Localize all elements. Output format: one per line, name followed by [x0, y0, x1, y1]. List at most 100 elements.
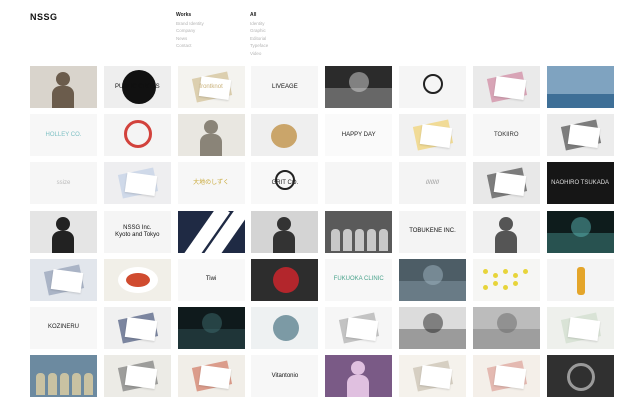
camera-lens	[566, 363, 595, 392]
work-thumbnail[interactable]: PUBLIC CROSS	[103, 66, 171, 108]
work-thumbnail[interactable]: TOBUKENE INC.	[398, 210, 466, 253]
work-thumbnail[interactable]: frontknot	[177, 66, 245, 108]
crowd-figure	[48, 373, 57, 396]
work-thumbnail[interactable]	[103, 114, 171, 157]
crowd-figure	[355, 228, 365, 251]
work-thumbnail[interactable]	[546, 258, 614, 301]
nav-link-brand-identity[interactable]: Brand Identity	[176, 20, 204, 28]
thumbnail-label: Vitantonio	[271, 372, 299, 379]
work-thumbnail[interactable]	[546, 355, 614, 398]
person-figure	[494, 230, 517, 253]
work-thumbnail[interactable]	[30, 258, 97, 301]
filter-all[interactable]: All	[250, 12, 268, 20]
person-figure	[351, 361, 366, 376]
work-thumbnail[interactable]	[251, 114, 319, 157]
work-thumbnail[interactable]: NAOHIRO TSUKADA	[546, 162, 614, 205]
work-thumbnail[interactable]	[325, 306, 393, 349]
crowd-figure	[36, 373, 45, 396]
card-shape	[493, 76, 527, 100]
nav-filters: All Identity Graphic Editorial Typeface …	[250, 12, 268, 58]
work-thumbnail[interactable]	[546, 114, 614, 157]
work-thumbnail[interactable]: HAPPY DAY	[325, 114, 393, 157]
work-thumbnail[interactable]: 大地のしずく	[177, 162, 245, 205]
work-thumbnail[interactable]	[177, 210, 245, 253]
work-thumbnail[interactable]: Vitantonio	[251, 355, 319, 398]
nav-link-news[interactable]: News	[176, 35, 204, 43]
work-thumbnail[interactable]	[177, 355, 245, 398]
person-figure	[273, 230, 296, 253]
thumbnail-label: Tiwi	[205, 276, 217, 283]
work-thumbnail[interactable]	[103, 162, 171, 205]
work-thumbnail[interactable]	[251, 306, 319, 349]
crowd-figure	[367, 228, 377, 251]
dot-mark	[502, 268, 508, 274]
work-thumbnail[interactable]: TOKIIRO	[472, 114, 540, 157]
work-thumbnail[interactable]	[325, 210, 393, 253]
work-thumbnail[interactable]: FUKUOKA CLINIC	[325, 258, 393, 301]
work-thumbnail[interactable]	[251, 210, 319, 253]
dot-mark	[482, 284, 488, 290]
work-thumbnail[interactable]	[177, 114, 245, 157]
crowd-figure	[72, 373, 81, 396]
nav-works-heading[interactable]: Works	[176, 12, 204, 20]
work-thumbnail[interactable]	[398, 355, 466, 398]
work-thumbnail[interactable]	[325, 66, 393, 108]
food-shape	[125, 272, 150, 287]
thumbnail-label: LIVEAGE	[272, 83, 298, 90]
filter-video[interactable]: Video	[250, 50, 268, 58]
work-thumbnail[interactable]	[472, 66, 540, 108]
card-shape	[493, 365, 527, 390]
thumbnail-label: ////////	[425, 179, 440, 186]
work-thumbnail[interactable]: ////////	[398, 162, 466, 205]
work-thumbnail[interactable]: GRIT CO.	[251, 162, 319, 205]
work-thumbnail[interactable]: HOLLEY CO.	[30, 114, 97, 157]
work-thumbnail[interactable]	[103, 258, 171, 301]
work-thumbnail[interactable]	[398, 306, 466, 349]
work-thumbnail[interactable]	[546, 210, 614, 253]
work-thumbnail[interactable]	[177, 306, 245, 349]
work-thumbnail[interactable]	[30, 210, 97, 253]
work-thumbnail[interactable]	[472, 162, 540, 205]
site-logo[interactable]: NSSG	[30, 12, 58, 22]
filter-typeface[interactable]: Typeface	[250, 42, 268, 50]
work-thumbnail[interactable]	[103, 306, 171, 349]
work-thumbnail[interactable]	[472, 258, 540, 301]
filter-editorial[interactable]: Editorial	[250, 35, 268, 43]
work-thumbnail[interactable]	[325, 355, 393, 398]
work-thumbnail[interactable]	[325, 162, 393, 205]
photo-blob	[496, 312, 517, 333]
works-grid: PUBLIC CROSS frontknot LIVEAGE HOLLEY CO. HA…	[30, 66, 614, 398]
work-thumbnail[interactable]: NSSG Inc. Kyoto and Tokyo	[103, 210, 171, 253]
work-thumbnail[interactable]	[251, 258, 319, 301]
bottle-shape	[576, 266, 585, 295]
photo-blob	[201, 312, 222, 333]
work-thumbnail[interactable]	[398, 114, 466, 157]
work-thumbnail[interactable]	[472, 210, 540, 253]
photo-blob	[422, 312, 443, 333]
work-thumbnail[interactable]	[398, 66, 466, 108]
work-thumbnail[interactable]: LIVEAGE	[251, 66, 319, 108]
nav-works: Works Brand Identity Company News Contac…	[176, 12, 204, 50]
card-shape	[419, 124, 453, 149]
filter-graphic[interactable]: Graphic	[250, 27, 268, 35]
work-thumbnail[interactable]	[30, 66, 97, 108]
work-thumbnail[interactable]	[546, 306, 614, 349]
nav-link-contact[interactable]: Contact	[176, 42, 204, 50]
filter-identity[interactable]: Identity	[250, 20, 268, 28]
work-thumbnail[interactable]	[546, 66, 614, 108]
work-thumbnail[interactable]: Tiwi	[177, 258, 245, 301]
sea-band	[546, 94, 614, 108]
work-thumbnail[interactable]	[103, 355, 171, 398]
work-thumbnail[interactable]	[30, 355, 97, 398]
work-thumbnail[interactable]	[472, 355, 540, 398]
nav-link-company[interactable]: Company	[176, 27, 204, 35]
thumbnail-label: NSSG Inc. Kyoto and Tokyo	[115, 224, 160, 238]
crowd-figure	[60, 373, 69, 396]
work-thumbnail[interactable]: ssize	[30, 162, 97, 205]
thumbnail-label: HOLLEY CO.	[45, 131, 82, 138]
work-thumbnail[interactable]: KOZINERU	[30, 306, 97, 349]
work-thumbnail[interactable]	[398, 258, 466, 301]
work-thumbnail[interactable]	[472, 306, 540, 349]
person-figure	[56, 216, 70, 231]
thumbnail-label: FUKUOKA CLINIC	[333, 276, 384, 283]
